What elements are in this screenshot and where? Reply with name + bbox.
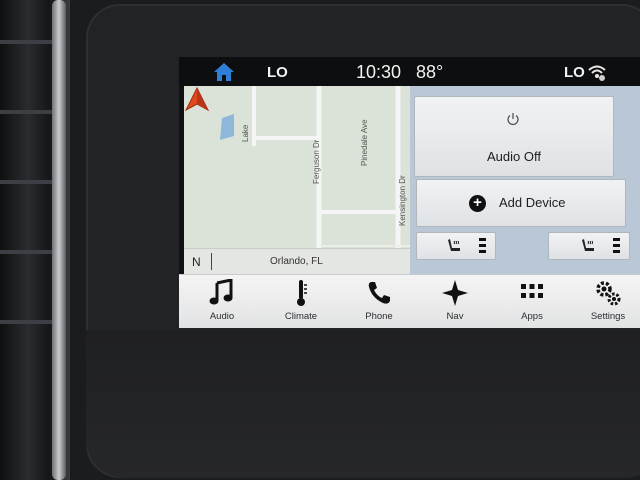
music-note-icon: [209, 279, 233, 305]
menu-settings-label: Settings: [590, 311, 626, 322]
status-bar: LO 10:30 88° LO: [179, 57, 640, 86]
home-icon[interactable]: [213, 62, 235, 82]
menu-climate-label: Climate: [284, 311, 318, 322]
map-roads: [184, 86, 410, 274]
add-device-label: Add Device: [499, 195, 566, 210]
gears-icon: [596, 281, 621, 306]
fan-level-indicator: LO: [267, 64, 288, 81]
heated-seat-icon: [448, 239, 460, 251]
driver-heated-seat-button[interactable]: [416, 232, 496, 260]
vent-slat: [0, 250, 60, 254]
outside-temperature: 88°: [416, 62, 444, 82]
phone-icon: [368, 282, 390, 304]
add-device-button[interactable]: + Add Device: [416, 179, 626, 227]
current-location: Orlando, FL: [270, 256, 323, 267]
thermometer-icon: [297, 280, 307, 306]
apps-grid-icon: [521, 284, 543, 298]
street-label-ferguson: Ferguson Dr: [312, 139, 321, 184]
infotainment-screen: LO 10:30 88° LO Lake Ferguson Dr Pinedal…: [179, 57, 640, 328]
menu-phone[interactable]: Phone: [341, 275, 417, 328]
passenger-fan-level-indicator: LO: [564, 64, 585, 81]
compass-star-icon: [442, 280, 468, 306]
menu-apps[interactable]: Apps: [494, 275, 570, 328]
street-label-kensington: Kensington Dr: [398, 175, 407, 226]
audio-off-label: Audio Off: [487, 149, 541, 164]
menu-settings[interactable]: Settings: [570, 275, 640, 328]
menu-phone-label: Phone: [365, 311, 393, 322]
audio-panel: Audio Off + Add Device: [410, 86, 640, 274]
menu-apps-label: Apps: [521, 311, 543, 322]
vent-slat: [0, 180, 60, 184]
navigation-arrow-icon: [184, 86, 210, 112]
dashboard-panel: [86, 330, 640, 478]
menu-nav-label: Nav: [446, 311, 464, 322]
heated-seat-icon: [582, 239, 594, 251]
clock: 10:30: [356, 62, 402, 82]
chrome-trim: [52, 0, 66, 480]
heat-level-bars: [479, 238, 486, 255]
heat-level-bars: [613, 238, 620, 255]
street-label-lake: Lake: [241, 124, 250, 142]
map-info-bar: N Orlando, FL: [184, 248, 410, 275]
menu-audio[interactable]: Audio: [184, 275, 260, 328]
compass-heading: N: [192, 255, 201, 269]
plus-icon: +: [469, 195, 486, 212]
wifi-icon: [588, 65, 606, 81]
menu-audio-label: Audio: [209, 311, 235, 322]
audio-off-button[interactable]: Audio Off: [414, 96, 614, 177]
menu-nav[interactable]: Nav: [417, 275, 493, 328]
main-menu-bar: Audio Climate Phone Nav Apps Settings: [179, 274, 640, 328]
vent-slat: [0, 320, 60, 324]
passenger-heated-seat-button[interactable]: [548, 232, 630, 260]
vent-slat: [0, 40, 60, 44]
vent-slat: [0, 110, 60, 114]
power-icon: [507, 113, 519, 126]
menu-climate[interactable]: Climate: [263, 275, 339, 328]
street-label-pinedale: Pinedale Ave: [360, 119, 369, 166]
nav-map[interactable]: Lake Ferguson Dr Pinedale Ave Kensington…: [184, 86, 410, 274]
divider: [211, 253, 212, 270]
